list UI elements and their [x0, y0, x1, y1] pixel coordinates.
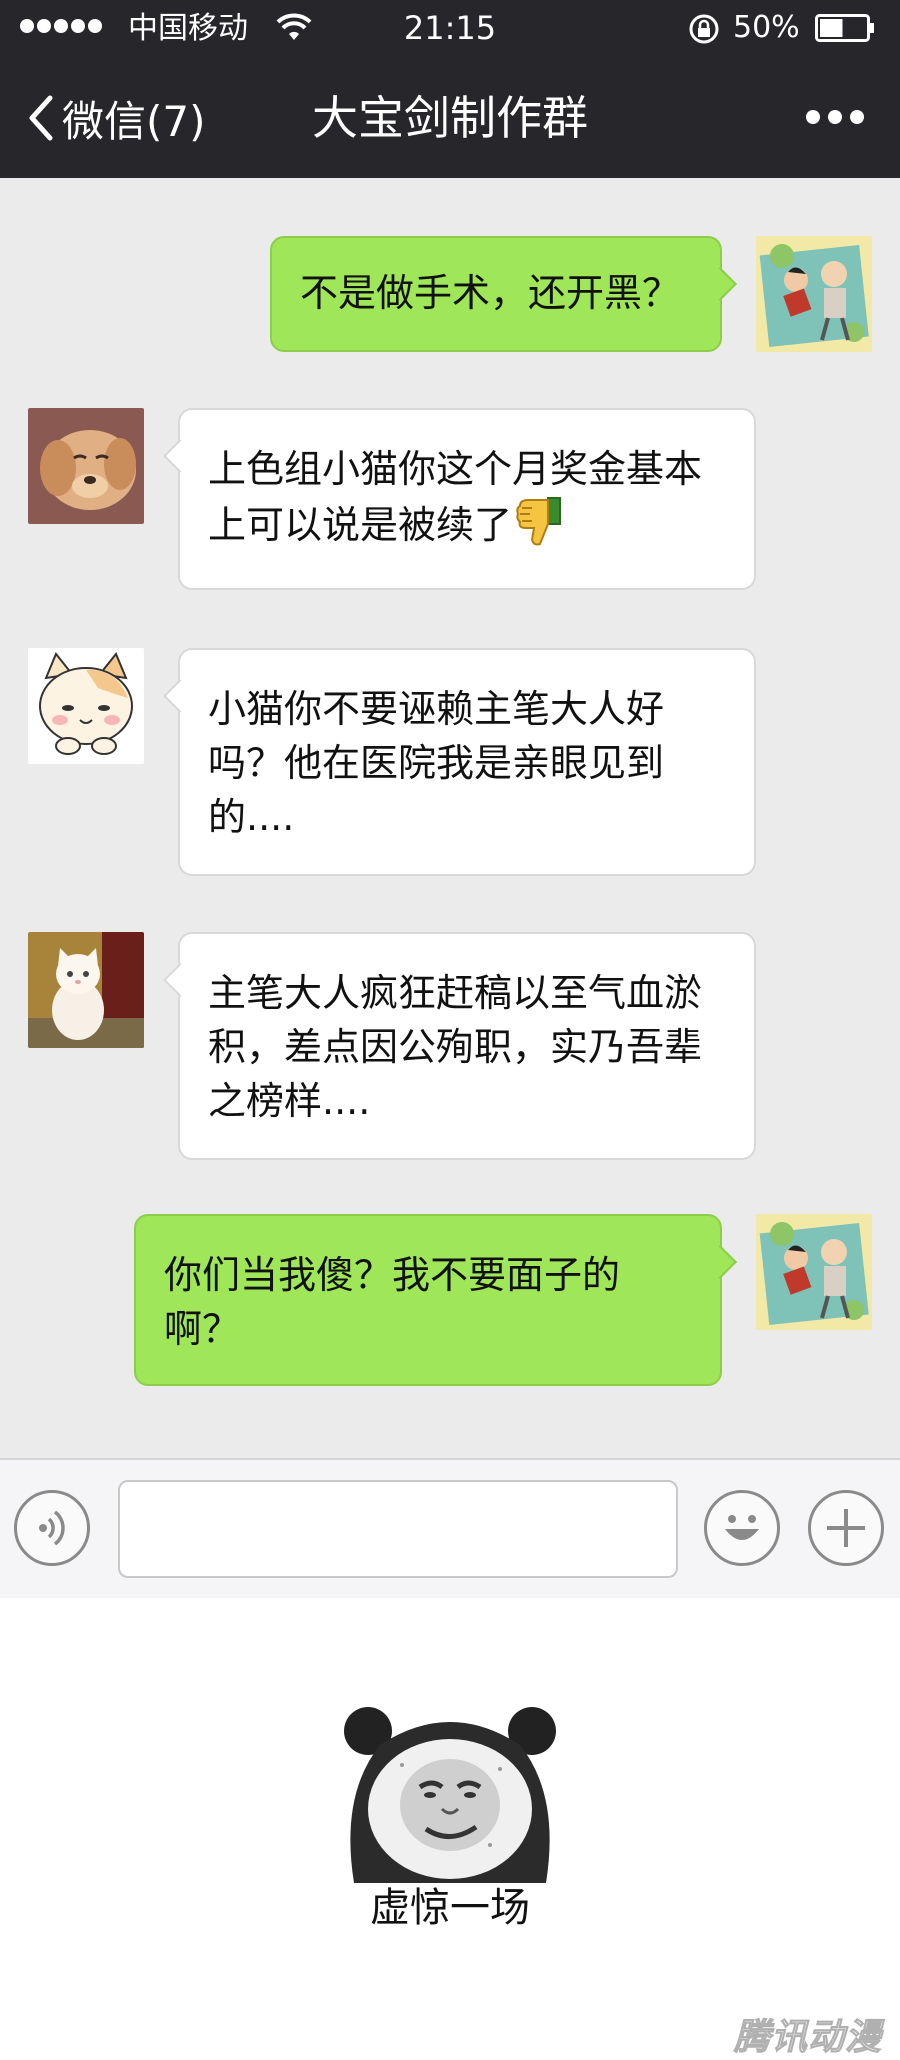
chat-header: 微信(7) 大宝剑制作群 [0, 58, 900, 178]
message-bubble-outgoing[interactable]: 你们当我傻？我不要面子的啊？ [134, 1214, 737, 1386]
message-bubble-incoming[interactable]: 小猫你不要诬赖主笔大人好吗？他在医院我是亲眼见到的.... [163, 648, 756, 876]
avatar-cartoon-cat-image [28, 648, 144, 764]
more-dot-icon [828, 110, 842, 124]
message-text: 不是做手术，还开黑？ [300, 271, 681, 315]
plus-icon [827, 1509, 865, 1547]
add-attachment-button[interactable] [808, 1490, 884, 1566]
message-text: 上色组小猫你这个月奖金基本上可以说是被续了 [208, 447, 703, 547]
avatar-member-dog[interactable] [28, 408, 144, 524]
smiley-icon [725, 1515, 759, 1540]
battery-percent: 50% [733, 10, 800, 45]
message-bubble-incoming[interactable]: 上色组小猫你这个月奖金基本上可以说是被续了 [163, 408, 756, 590]
chat-title: 大宝剑制作群 [312, 91, 588, 145]
emoji-button[interactable] [704, 1490, 780, 1566]
message-bubble-incoming[interactable]: 主笔大人疯狂赶稿以至气血淤积，差点因公殉职，实乃吾辈之榜样.... [163, 932, 756, 1160]
watermark-logo: 腾讯动漫 [733, 2017, 882, 2059]
voice-icon [39, 1510, 65, 1546]
voice-input-button[interactable] [14, 1490, 90, 1566]
message-bubble-outgoing[interactable]: 不是做手术，还开黑？ [270, 236, 737, 352]
panda-meme-image [344, 1707, 556, 1883]
message-input[interactable] [118, 1480, 678, 1578]
avatar-self-image [756, 236, 872, 352]
avatar-self-image [756, 1214, 872, 1330]
message-list[interactable]: 不是做手术，还开黑？ 上色组小猫你这个月奖金基本上可以说是被续了 小猫你不要诬赖… [0, 178, 900, 1458]
avatar-kitten-image [28, 932, 144, 1048]
avatar-member-kitten[interactable] [28, 932, 144, 1048]
avatar-member-cat-cartoon[interactable] [28, 648, 144, 764]
avatar-self[interactable] [756, 236, 872, 352]
avatar-self[interactable] [756, 1214, 872, 1330]
thumbs-down-icon [516, 497, 562, 546]
rotation-lock-icon [689, 14, 719, 44]
message-text: 你们当我傻？我不要面子的啊？ [164, 1253, 621, 1351]
message-text: 主笔大人疯狂赶稿以至气血淤积，差点因公殉职，实乃吾辈之榜样.... [208, 971, 703, 1123]
more-options-button[interactable] [806, 110, 864, 124]
more-dot-icon [806, 110, 820, 124]
more-dot-icon [850, 110, 864, 124]
panel-caption: 虚惊一场 [370, 1885, 530, 1931]
message-input-bar [0, 1458, 900, 1598]
status-bar: 中国移动 21:15 50% [0, 0, 900, 58]
battery-icon [815, 14, 874, 42]
message-text: 小猫你不要诬赖主笔大人好吗？他在医院我是亲眼见到的.... [208, 687, 665, 839]
avatar-dog-image [28, 408, 144, 524]
